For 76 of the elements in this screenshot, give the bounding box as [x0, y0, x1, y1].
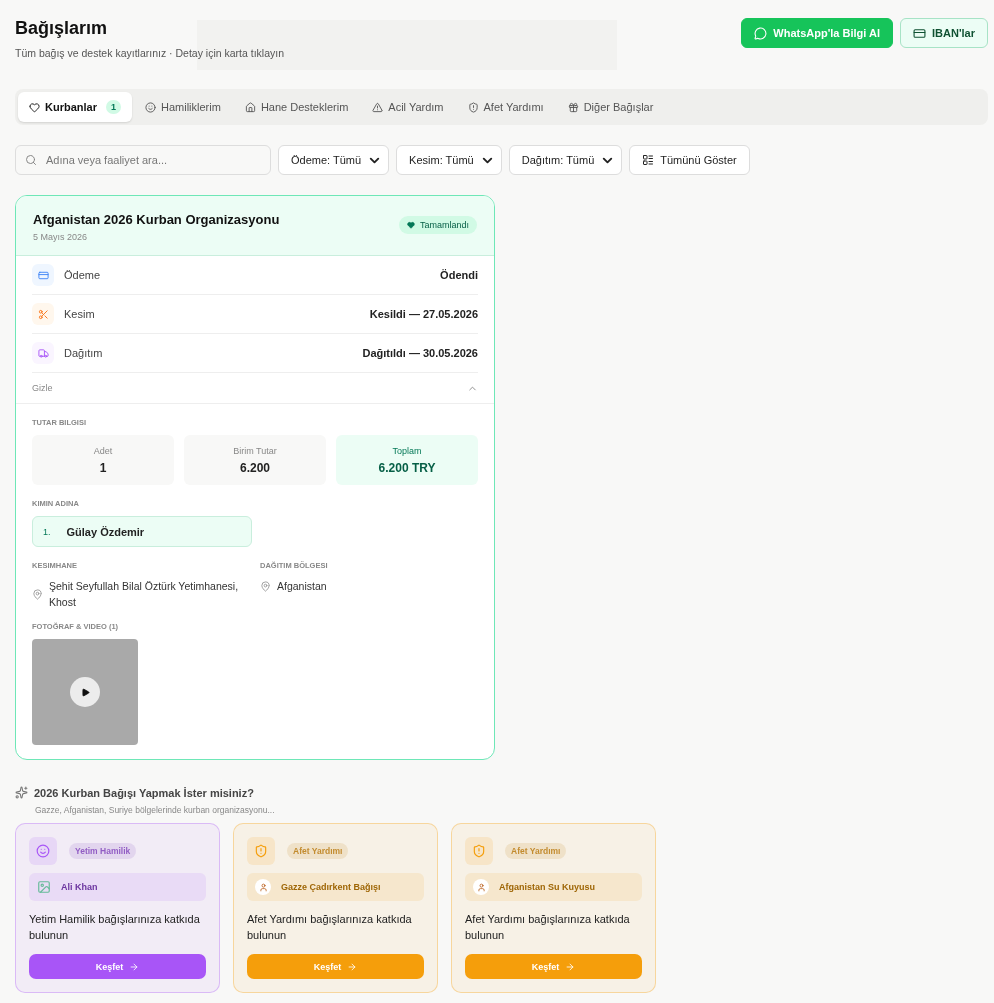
- location-text: Şehit Seyfullah Bilal Öztürk Yetimhanesi, Khost: [49, 579, 240, 610]
- suggestion-text: Yetim Hamilik bağışlarınıza katkıda bulunun: [29, 912, 201, 943]
- sparkle-icon: [15, 786, 28, 799]
- shield-icon: [465, 837, 493, 865]
- filter-dropdown[interactable]: Dağıtım: Tümü: [508, 145, 623, 175]
- suggestion-text: Afet Yardımı bağışlarınıza katkıda bulunun: [247, 912, 413, 943]
- suggestion-text: Afet Yardımı bağışlarınıza katkıda bulunun: [465, 912, 631, 943]
- page-subtitle: Tüm bağış ve destek kayıtlarınız · Detay için karta tıklayın: [15, 47, 285, 59]
- search-icon: [25, 154, 37, 166]
- gift-icon: [567, 101, 579, 113]
- row-label: Dağıtım: [64, 347, 104, 359]
- play-icon: [80, 687, 90, 697]
- tab[interactable]: Kurbanlar 1: [18, 92, 132, 122]
- user-icon: [473, 879, 489, 895]
- person-name: Afganistan Su Kuyusu: [499, 882, 595, 892]
- amount-label: Birim Tutar: [233, 445, 277, 456]
- warning-icon: [372, 101, 384, 113]
- chat-icon: [754, 26, 768, 40]
- home-icon: [244, 101, 256, 113]
- amount-value: 6.200 TRY: [378, 460, 436, 475]
- hide-toggle[interactable]: Gizle: [32, 373, 478, 403]
- shield-icon: [247, 837, 275, 865]
- person-name: Ali Khan: [61, 882, 98, 892]
- shield-icon: [467, 101, 479, 113]
- section-title: 2026 Kurban Bağışı Yapmak İster misiniz?: [34, 786, 254, 799]
- tab[interactable]: Hamiliklerim: [134, 92, 232, 122]
- scissors-icon: [32, 303, 54, 325]
- card-date: 5 Mayıs 2026: [33, 232, 89, 242]
- list-icon: [642, 154, 655, 166]
- heart-icon: [406, 221, 415, 229]
- category-tag: Afet Yardımı: [505, 843, 567, 859]
- user-icon: [255, 879, 271, 895]
- category-tag: Afet Yardımı: [287, 843, 349, 859]
- arrow-right-icon: [347, 961, 358, 972]
- tab[interactable]: Afet Yardımı: [456, 92, 555, 122]
- amount-value: 1: [99, 460, 107, 475]
- count-badge: 1: [105, 100, 121, 114]
- smile-icon: [29, 837, 57, 865]
- list-number: 1.: [43, 526, 51, 537]
- smile-icon: [145, 101, 156, 113]
- arrow-right-icon: [129, 961, 140, 972]
- tab[interactable]: Diğer Bağışlar: [556, 92, 665, 122]
- search-field[interactable]: Adına veya faaliyet ara...: [15, 145, 271, 175]
- tab[interactable]: Acil Yardım: [361, 92, 455, 122]
- location-text: Afganistan: [277, 579, 328, 594]
- arrow-right-icon: [565, 961, 576, 972]
- location-icon: [32, 588, 43, 600]
- row-label: Ödeme: [64, 269, 102, 281]
- show-all-button[interactable]: Tümünü Göster: [629, 145, 750, 175]
- video-thumbnail[interactable]: [32, 639, 138, 745]
- card-icon: [32, 264, 54, 286]
- category-tag: Yetim Hamilik: [69, 843, 137, 859]
- row-value: Ödendi: [440, 269, 478, 281]
- location-icon: [260, 580, 271, 592]
- truck-icon: [32, 342, 54, 364]
- person-name: Gazze Çadırkent Bağışı: [281, 882, 381, 892]
- page-title: Bağışlarım: [15, 18, 109, 39]
- status-badge: Tamamlandı: [398, 216, 477, 234]
- card-icon: [913, 26, 927, 40]
- row-value: Kesildi — 27.05.2026: [369, 308, 478, 320]
- filter-dropdown[interactable]: Kesim: Tümü: [396, 145, 502, 175]
- card-title: Afganistan 2026 Kurban Organizasyonu: [33, 212, 280, 227]
- play-button[interactable]: [70, 677, 100, 707]
- amount-label: Adet: [93, 445, 113, 456]
- heart-icon: [29, 101, 40, 113]
- amount-value: 6.200: [240, 460, 270, 475]
- explore-button[interactable]: Keşfet: [29, 954, 206, 979]
- row-value: Dağıtıldı — 30.05.2026: [362, 347, 478, 359]
- section-subtitle: Gazze, Afganistan, Suriye bölgelerinde kurban organizasyonu...: [35, 805, 276, 815]
- amount-label: Toplam: [392, 445, 422, 456]
- donor-name: Gülay Özdemir: [66, 525, 145, 538]
- tab[interactable]: Hane Desteklerim: [233, 92, 360, 122]
- row-label: Kesim: [64, 308, 96, 320]
- iban-button[interactable]: IBAN'lar: [900, 18, 988, 48]
- filter-dropdown[interactable]: Ödeme: Tümü: [278, 145, 390, 175]
- broken-image-icon: [37, 880, 51, 894]
